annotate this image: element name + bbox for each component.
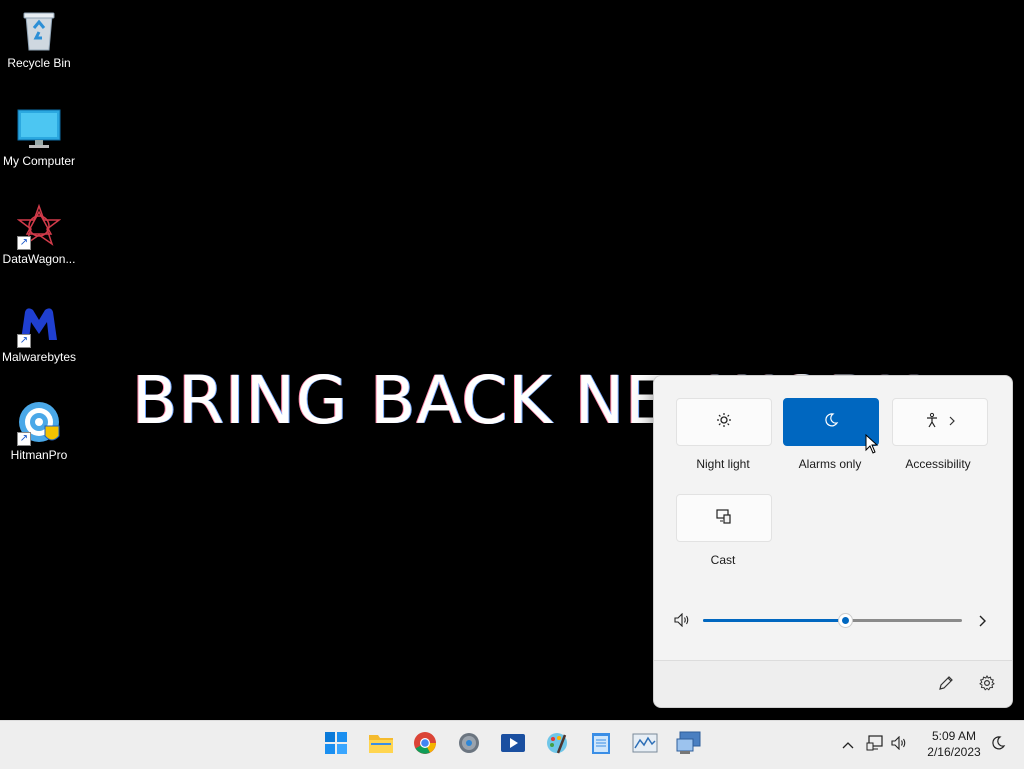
chevron-right-icon[interactable] (977, 614, 987, 632)
accessibility-label: Accessibility (905, 457, 971, 471)
paint-icon (545, 731, 569, 760)
accessibility-icon (924, 412, 940, 433)
media-player-icon (500, 731, 526, 760)
desktop-icon-datawagon[interactable]: ↗ DataWagon... (0, 203, 78, 266)
clock-date: 2/16/2023 (927, 745, 981, 759)
start-icon (324, 731, 348, 760)
volume-slider-fill (703, 619, 846, 622)
shortcut-arrow-icon: ↗ (17, 432, 31, 446)
chevron-right-icon (948, 413, 956, 431)
taskbar-clock[interactable]: 5:09 AM 2/16/2023 (916, 728, 992, 760)
desktop-icon-recycle-bin[interactable]: Recycle Bin (0, 8, 78, 70)
clock-time: 5:09 AM (931, 729, 977, 743)
notifications-button[interactable] (987, 721, 1009, 769)
desktop-icon-label: HitmanPro (10, 448, 68, 462)
taskbar-notepad[interactable] (585, 729, 617, 761)
alarms-only-label: Alarms only (798, 457, 862, 471)
chevron-up-icon (842, 736, 854, 754)
file-explorer-icon (368, 732, 394, 759)
taskbar-chrome[interactable] (409, 729, 441, 761)
desktop-icon-my-computer[interactable]: My Computer (0, 106, 78, 168)
taskbar-media-player[interactable] (497, 729, 529, 761)
start-button[interactable] (320, 729, 352, 761)
taskbar-settings[interactable] (453, 729, 485, 761)
desktop-icon-label: Malwarebytes (1, 350, 77, 364)
taskbar-performance-monitor[interactable] (629, 729, 661, 761)
moon-icon (990, 735, 1006, 756)
volume-slider-thumb[interactable] (839, 614, 853, 627)
network-disconnected-icon (866, 734, 884, 756)
settings-icon (457, 731, 481, 760)
speaker-icon (891, 735, 907, 755)
shortcut-arrow-icon: ↗ (17, 236, 31, 250)
malwarebytes-icon: ↗ (17, 302, 61, 348)
datawagon-icon: ↗ (16, 203, 62, 250)
desktop-icon-label: My Computer (2, 154, 76, 168)
hitmanpro-icon: ↗ (17, 400, 61, 446)
monitor-icon (17, 106, 61, 150)
show-hidden-icons-button[interactable] (838, 721, 858, 769)
taskbar-paint[interactable] (541, 729, 573, 761)
desktop-icon-malwarebytes[interactable]: ↗ Malwarebytes (0, 302, 78, 364)
shortcut-arrow-icon: ↗ (17, 334, 31, 348)
taskbar-file-explorer[interactable] (365, 729, 397, 761)
night-light-toggle[interactable] (676, 398, 772, 446)
speaker-icon[interactable] (674, 612, 690, 632)
desktop-icon-hitmanpro[interactable]: ↗ HitmanPro (0, 400, 78, 462)
network-tray-button[interactable] (864, 721, 886, 769)
taskbar: 5:09 AM 2/16/2023 (0, 720, 1024, 769)
accessibility-toggle[interactable] (892, 398, 988, 446)
gear-icon[interactable] (979, 675, 995, 696)
recycle-bin-icon (17, 8, 61, 52)
brightness-icon (716, 412, 732, 433)
cast-icon (716, 508, 732, 529)
desktop-icon-label: Recycle Bin (7, 56, 71, 70)
performance-monitor-icon (632, 732, 658, 759)
cast-label: Cast (710, 553, 736, 567)
quick-settings-footer (654, 660, 1012, 707)
volume-slider[interactable] (703, 614, 962, 627)
notepad-icon (591, 731, 611, 760)
moon-icon (823, 412, 839, 433)
chrome-icon (413, 731, 437, 760)
night-light-label: Night light (696, 457, 750, 471)
remote-desktop-icon (676, 731, 702, 760)
edit-pencil-icon[interactable] (938, 675, 954, 696)
mouse-cursor-icon (865, 433, 879, 459)
desktop-icon-label: DataWagon... (2, 252, 76, 266)
cast-toggle[interactable] (676, 494, 772, 542)
volume-tray-button[interactable] (888, 721, 910, 769)
taskbar-remote-desktop[interactable] (673, 729, 705, 761)
quick-settings-panel: Night light Alarms only Accessibility Ca… (653, 375, 1013, 708)
